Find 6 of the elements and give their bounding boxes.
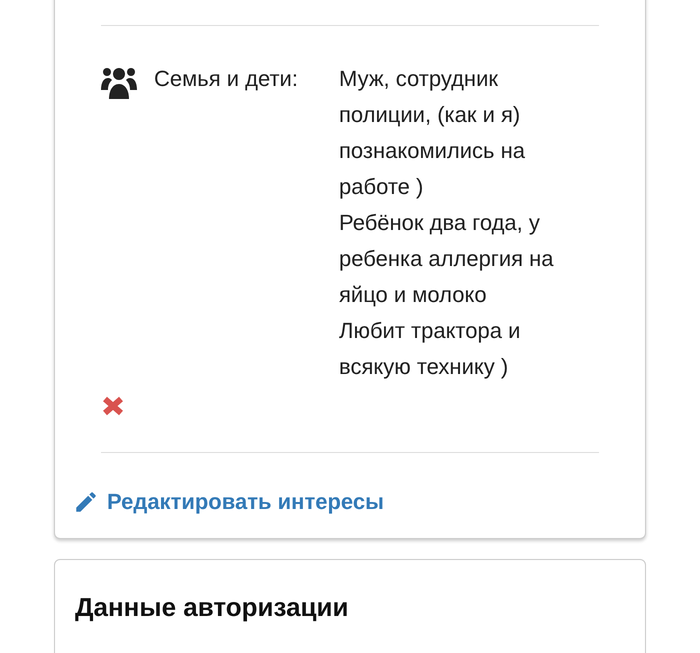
interest-label: Семья и дети: bbox=[154, 65, 299, 93]
delete-icon[interactable] bbox=[101, 395, 125, 417]
interest-value: Муж, сотрудник полиции, (как и я) познакомились на работе ) Ребёнок два года, у ребенка аллергия на яйцо и молоко Любит трактора и всякую технику ) bbox=[339, 65, 555, 381]
edit-interests-link[interactable]: Редактировать интересы bbox=[73, 489, 384, 515]
people-icon bbox=[101, 66, 137, 99]
card-title: Данные авторизации bbox=[75, 592, 350, 623]
